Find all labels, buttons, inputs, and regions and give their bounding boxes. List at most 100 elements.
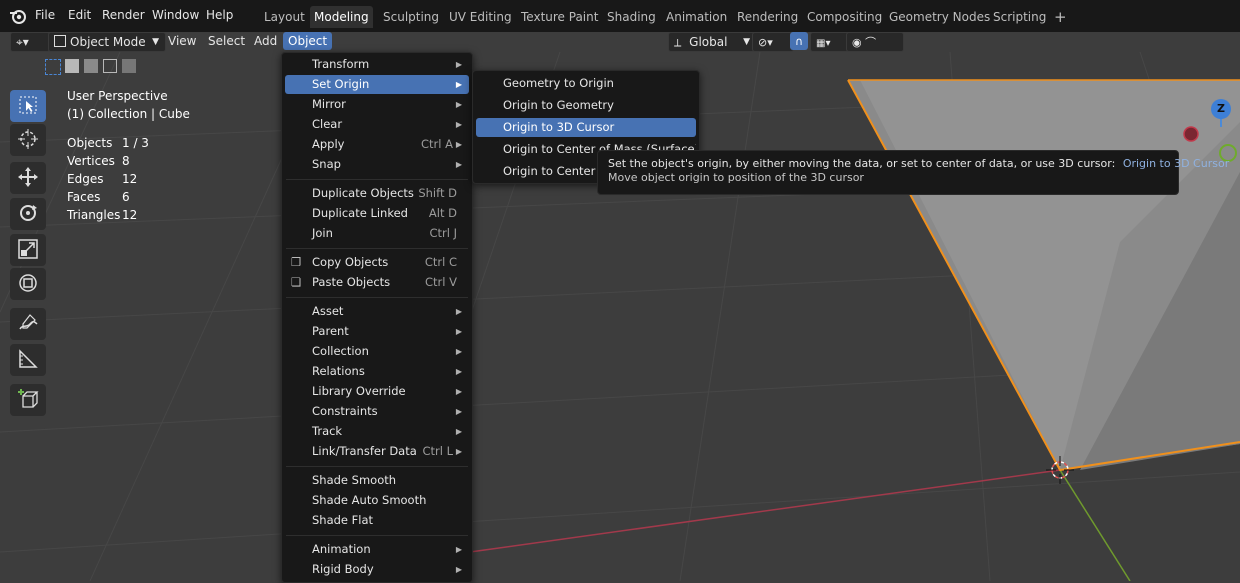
add-menu[interactable]: Add <box>249 32 282 50</box>
view-perspective-label: User Perspective <box>67 89 168 103</box>
submenu-arrow-icon: ▶ <box>455 407 462 416</box>
menu-item-label: Animation <box>312 542 371 556</box>
menu-item-origin-to-3d-cursor[interactable]: Origin to 3D Cursor <box>476 118 696 137</box>
snap-toggle[interactable]: ∩ <box>790 32 808 50</box>
magnet-icon: ∩ <box>795 35 804 48</box>
rotate-tool[interactable] <box>10 198 46 230</box>
view-menu[interactable]: View <box>163 32 201 50</box>
cursor-tool[interactable] <box>10 124 46 156</box>
select-menu[interactable]: Select <box>203 32 250 50</box>
blender-logo-icon[interactable] <box>9 7 27 28</box>
menu-item-label: Origin to 3D Cursor <box>503 120 615 134</box>
menu-item-shade-smooth[interactable]: Shade Smooth <box>285 471 469 490</box>
menu-item-copy-objects[interactable]: ❐ Copy Objects Ctrl C <box>285 253 469 272</box>
stat-value: 12 <box>122 172 138 186</box>
shortcut-label: Ctrl J <box>429 226 457 240</box>
menu-item-paste-objects[interactable]: ❏ Paste Objects Ctrl V <box>285 273 469 292</box>
menu-item-label: Clear <box>312 117 343 131</box>
editor-type-button[interactable]: ⌖▾ <box>10 32 50 52</box>
orientation-axes-icon: ⟂ <box>674 36 682 49</box>
menu-separator <box>286 535 468 536</box>
menu-item-label: Apply <box>312 137 345 151</box>
menu-item-library-override[interactable]: Library Override ▶ <box>285 382 469 401</box>
menu-item-track[interactable]: Track ▶ <box>285 422 469 441</box>
tooltip-detail: Move object origin to position of the 3D… <box>608 171 864 184</box>
menu-item-origin-to-geometry[interactable]: Origin to Geometry <box>476 96 696 115</box>
mode-selector[interactable]: Object Mode ▼ <box>48 32 166 52</box>
submenu-arrow-icon: ▶ <box>455 140 462 149</box>
move-tool[interactable] <box>10 162 46 194</box>
tab-geometry-nodes[interactable]: Geometry Nodes <box>885 6 994 28</box>
paste-icon: ❏ <box>291 275 302 289</box>
tab-sculpting[interactable]: Sculpting <box>379 6 443 28</box>
menu-edit[interactable]: Edit <box>68 8 91 22</box>
select-cursor-icon <box>18 95 38 118</box>
gizmo-z-axis[interactable]: Z <box>1211 99 1231 119</box>
menu-item-clear[interactable]: Clear ▶ <box>285 115 469 134</box>
menu-separator <box>286 297 468 298</box>
menu-item-link-transfer-data[interactable]: Link/Transfer Data Ctrl L ▶ <box>285 442 469 461</box>
submenu-arrow-icon: ▶ <box>455 565 462 574</box>
transform-icon <box>17 272 39 297</box>
select-box-tool[interactable] <box>10 90 46 122</box>
tab-modeling[interactable]: Modeling <box>310 6 373 28</box>
cursor-icon <box>17 128 39 153</box>
stat-label: Objects <box>67 136 113 150</box>
menu-window[interactable]: Window <box>152 8 199 22</box>
tab-compositing[interactable]: Compositing <box>803 6 886 28</box>
menu-item-set-origin[interactable]: Set Origin ▶ <box>285 75 469 94</box>
add-cube-tool[interactable] <box>10 384 46 416</box>
menu-separator <box>286 248 468 249</box>
menu-item-label: Shade Auto Smooth <box>312 493 427 507</box>
menu-item-join[interactable]: Join Ctrl J <box>285 224 469 243</box>
select-new-icon[interactable] <box>45 59 61 75</box>
menu-item-snap[interactable]: Snap ▶ <box>285 155 469 174</box>
menu-item-parent[interactable]: Parent ▶ <box>285 322 469 341</box>
menu-item-mirror[interactable]: Mirror ▶ <box>285 95 469 114</box>
menu-item-apply[interactable]: Apply Ctrl A ▶ <box>285 135 469 154</box>
menu-item-label: Set Origin <box>312 77 370 91</box>
menu-help[interactable]: Help <box>206 8 233 22</box>
menu-item-transform[interactable]: Transform ▶ <box>285 55 469 74</box>
pivot-icon: ⊘▾ <box>758 36 773 49</box>
menu-item-duplicate-linked[interactable]: Duplicate Linked Alt D <box>285 204 469 223</box>
menu-item-rigid-body[interactable]: Rigid Body ▶ <box>285 560 469 579</box>
select-intersect-icon[interactable] <box>122 59 136 73</box>
annotate-tool[interactable] <box>10 308 46 340</box>
scale-tool[interactable] <box>10 234 46 266</box>
proportional-editing-toggle[interactable]: ◉ ⌒ <box>846 32 904 52</box>
menu-item-geometry-to-origin[interactable]: Geometry to Origin <box>476 74 696 93</box>
select-invert-icon[interactable] <box>103 59 117 73</box>
menu-item-shade-flat[interactable]: Shade Flat <box>285 511 469 530</box>
submenu-arrow-icon: ▶ <box>455 160 462 169</box>
add-workspace-button[interactable]: + <box>1050 6 1071 28</box>
tab-shading[interactable]: Shading <box>603 6 660 28</box>
tab-scripting[interactable]: Scripting <box>989 6 1050 28</box>
menu-item-constraints[interactable]: Constraints ▶ <box>285 402 469 421</box>
tab-layout[interactable]: Layout <box>260 6 309 28</box>
select-subtract-icon[interactable] <box>84 59 98 73</box>
menu-file[interactable]: File <box>35 8 55 22</box>
object-menu[interactable]: Object <box>283 32 333 50</box>
transform-orientation-dropdown[interactable]: ⟂ Global ▼ <box>668 32 756 52</box>
menu-item-label: Copy Objects <box>312 255 389 269</box>
pivot-point-button[interactable]: ⊘▾ <box>752 32 794 52</box>
tab-animation[interactable]: Animation <box>662 6 731 28</box>
tab-texture-paint[interactable]: Texture Paint <box>517 6 602 28</box>
tab-rendering[interactable]: Rendering <box>733 6 802 28</box>
menu-item-collection[interactable]: Collection ▶ <box>285 342 469 361</box>
transform-tool[interactable] <box>10 268 46 300</box>
menu-item-relations[interactable]: Relations ▶ <box>285 362 469 381</box>
tab-uv-editing[interactable]: UV Editing <box>445 6 516 28</box>
menu-item-label: Parent <box>312 324 349 338</box>
menu-item-shade-auto-smooth[interactable]: Shade Auto Smooth <box>285 491 469 510</box>
menu-item-animation[interactable]: Animation ▶ <box>285 540 469 559</box>
menu-item-label: Track <box>312 424 343 438</box>
submenu-arrow-icon: ▶ <box>455 80 462 89</box>
menu-item-asset[interactable]: Asset ▶ <box>285 302 469 321</box>
menu-render[interactable]: Render <box>102 8 145 22</box>
menu-item-duplicate-objects[interactable]: Duplicate Objects Shift D <box>285 184 469 203</box>
snap-target-dropdown[interactable]: ▦▾ <box>810 32 850 52</box>
select-extend-icon[interactable] <box>65 59 79 73</box>
measure-tool[interactable] <box>10 344 46 376</box>
